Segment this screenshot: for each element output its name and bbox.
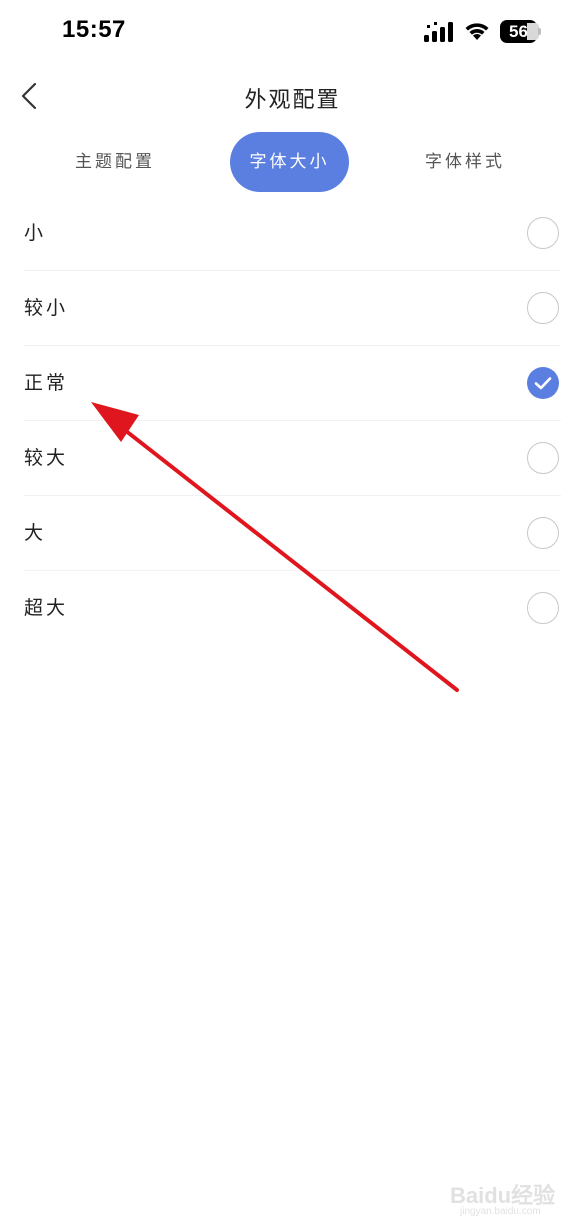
battery-level: 56: [509, 22, 528, 41]
battery-icon: 56: [500, 20, 542, 43]
radio-button[interactable]: [527, 442, 559, 474]
status-time: 15:57: [62, 16, 126, 43]
wifi-icon: [465, 23, 489, 40]
option-extra-large[interactable]: 超大: [24, 571, 561, 646]
nav-bar: 外观配置: [0, 64, 585, 128]
tab-font-style[interactable]: 字体样式: [405, 132, 525, 192]
status-bar: 15:57 56: [0, 0, 585, 64]
option-label: 较大: [24, 447, 69, 469]
option-label: 小: [24, 222, 47, 244]
option-larger[interactable]: 较大: [24, 421, 561, 496]
checkmark-icon: [534, 377, 552, 390]
radio-button-checked[interactable]: [527, 367, 559, 399]
signal-icon: [424, 22, 453, 42]
tab-bar: 主题配置 字体大小 字体样式: [0, 132, 585, 192]
option-label: 较小: [24, 297, 69, 319]
page-title: 外观配置: [244, 88, 341, 113]
watermark-logo: Baidu经验 jingyan.baidu.com: [448, 1176, 568, 1226]
radio-button[interactable]: [527, 517, 559, 549]
option-large[interactable]: 大: [24, 496, 561, 571]
option-normal[interactable]: 正常: [24, 346, 561, 421]
option-smaller[interactable]: 较小: [24, 271, 561, 346]
option-label: 大: [24, 522, 47, 544]
option-label: 超大: [24, 597, 69, 619]
option-label: 正常: [24, 372, 69, 394]
radio-button[interactable]: [527, 292, 559, 324]
radio-button[interactable]: [527, 217, 559, 249]
tab-font-size[interactable]: 字体大小: [230, 132, 349, 192]
radio-button[interactable]: [527, 592, 559, 624]
watermark-subtext: jingyan.baidu.com: [460, 1206, 541, 1217]
font-size-option-list: 小 较小 正常 较大 大 超大: [0, 196, 585, 646]
option-small[interactable]: 小: [24, 196, 561, 271]
tab-theme-config[interactable]: 主题配置: [55, 132, 175, 192]
